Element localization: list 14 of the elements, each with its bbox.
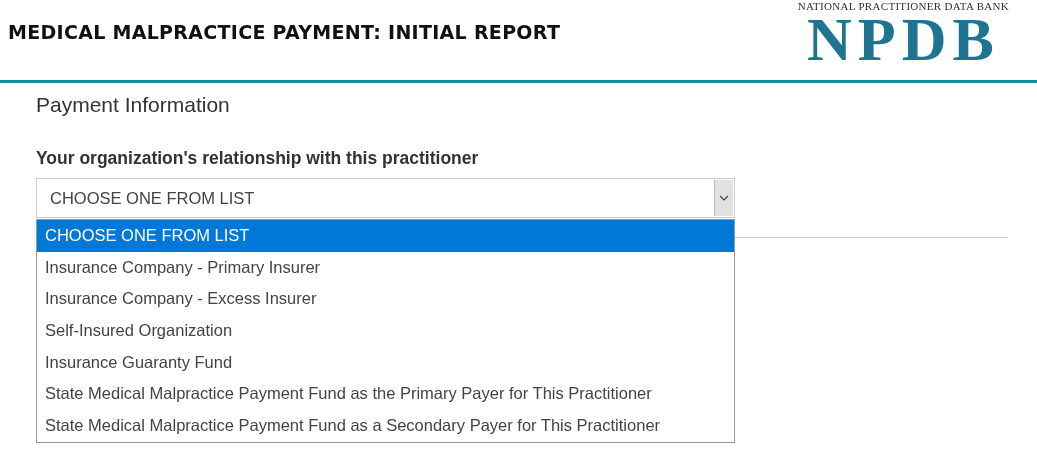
relationship-dropdown[interactable]: CHOOSE ONE FROM LIST — [36, 178, 735, 218]
dropdown-option[interactable]: State Medical Malpractice Payment Fund as a Secondary Payer for This Practitioner — [37, 410, 734, 442]
field-label: Your organization's relationship with this practitioner — [36, 148, 480, 169]
chevron-down-icon — [719, 195, 729, 201]
logo-tagline: NATIONAL PRACTITIONER DATA BANK — [797, 0, 1009, 12]
dropdown-option[interactable]: State Medical Malpractice Payment Fund as the Primary Payer for This Practitioner — [37, 378, 734, 411]
page-title: MEDICAL MALPRACTICE PAYMENT: INITIAL REPORT — [8, 21, 561, 43]
dropdown-option[interactable]: CHOOSE ONE FROM LIST — [37, 220, 734, 252]
dropdown-option[interactable]: Insurance Company - Primary Insurer — [37, 251, 734, 284]
dropdown-option[interactable]: Self-Insured Organization — [37, 315, 734, 347]
section-heading: Payment Information — [36, 93, 231, 117]
dropdown-option[interactable]: Insurance Guaranty Fund — [37, 346, 734, 379]
dropdown-option[interactable]: Insurance Company - Excess Insurer — [37, 283, 734, 316]
logo-wordmark: NPDB — [807, 12, 1000, 66]
